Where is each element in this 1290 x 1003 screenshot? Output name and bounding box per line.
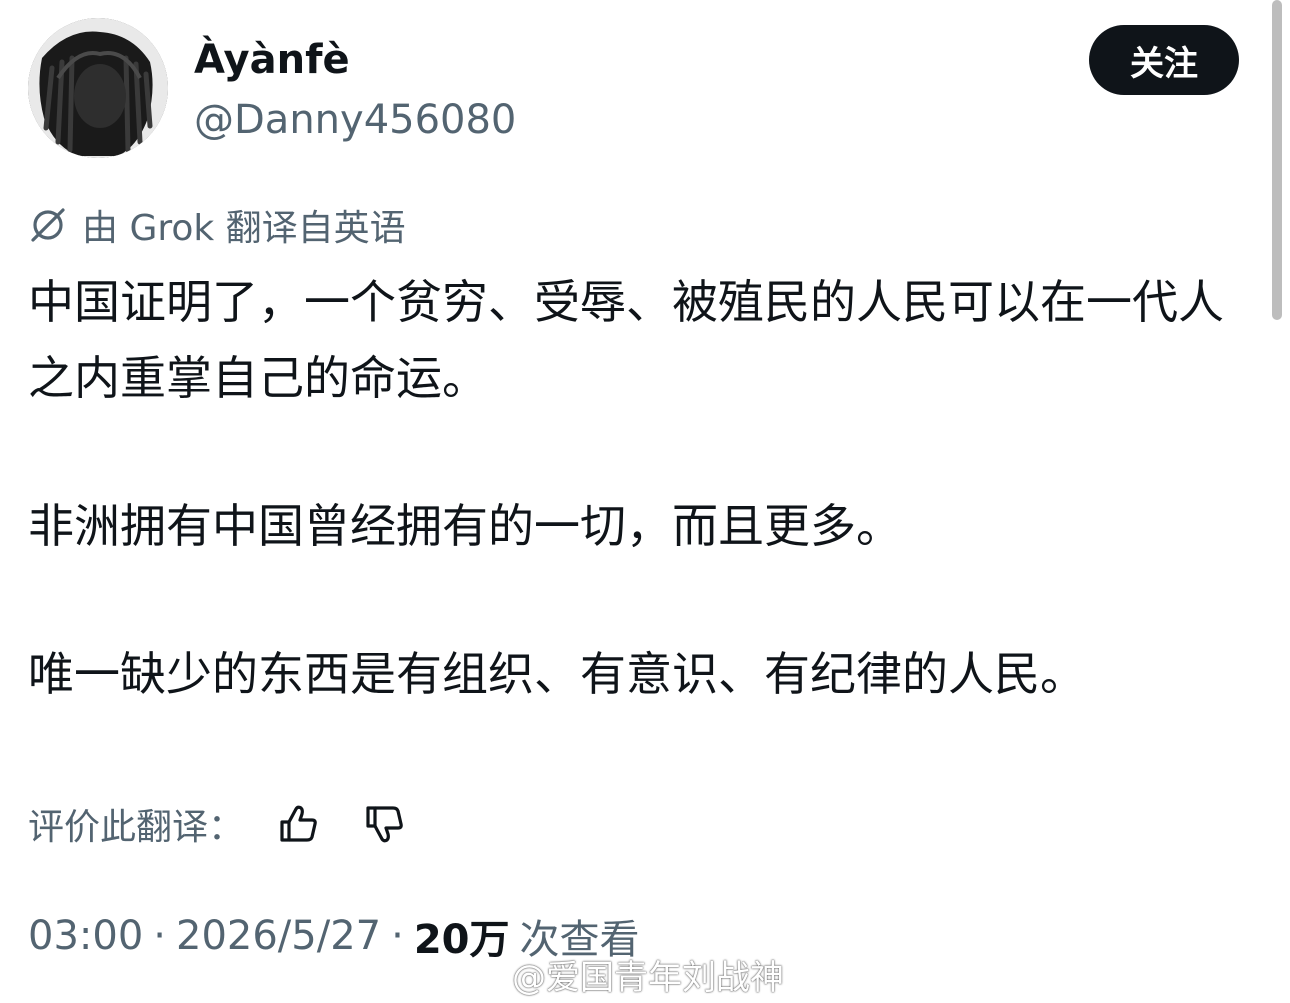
avatar[interactable] xyxy=(28,18,168,158)
translation-note: 由 Grok 翻译自英语 xyxy=(28,200,406,250)
translation-note-text: 由 Grok 翻译自英语 xyxy=(82,208,406,249)
grok-icon xyxy=(31,208,65,242)
meta-separator: · xyxy=(153,913,166,959)
tweet-paragraph: 唯一缺少的东西是有组织、有意识、有纪律的人民。 xyxy=(28,647,1086,701)
thumbs-up-icon xyxy=(280,805,317,842)
thumbs-up-button[interactable] xyxy=(270,796,326,852)
watermark-text: @爱国青年刘战神 xyxy=(512,957,784,998)
rate-translation-label: 评价此翻译： xyxy=(28,807,245,848)
scrollbar[interactable] xyxy=(1272,0,1282,320)
tweet-text: 中国证明了，一个贫穷、受辱、被殖民的人民可以在一代人之内重掌自己的命运。 非洲拥… xyxy=(28,264,1248,712)
tweet-date[interactable]: 2026/5/27 xyxy=(176,913,381,959)
tweet-paragraph: 中国证明了，一个贫穷、受辱、被殖民的人民可以在一代人之内重掌自己的命运。 xyxy=(28,275,1224,405)
views-count[interactable]: 20万 xyxy=(414,907,510,965)
thumbs-down-icon xyxy=(366,806,403,843)
thumbs-down-button[interactable] xyxy=(356,796,412,852)
avatar-image xyxy=(28,18,168,158)
tweet-paragraph: 非洲拥有中国曾经拥有的一切，而且更多。 xyxy=(28,499,902,553)
watermark: @爱国青年刘战神 xyxy=(512,948,784,1000)
rate-translation-row: 评价此翻译： xyxy=(28,796,412,852)
meta-separator: · xyxy=(391,913,404,959)
tweet-time[interactable]: 03:00 xyxy=(28,913,143,959)
follow-button[interactable]: 关注 xyxy=(1089,25,1239,95)
author-handle[interactable]: @Danny456080 xyxy=(194,94,516,146)
author-display-name[interactable]: Àyànfè xyxy=(194,34,350,86)
